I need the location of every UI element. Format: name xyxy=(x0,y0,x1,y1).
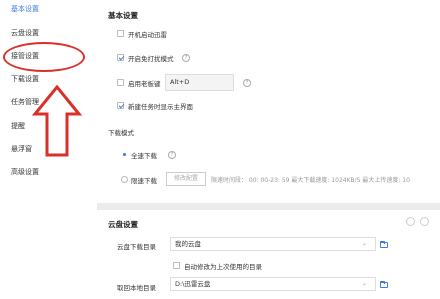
sidebar-item-cloud[interactable]: 云盘设置 xyxy=(11,27,39,39)
sidebar-item-takeover[interactable]: 接管设置 xyxy=(11,50,39,62)
sidebar-item-reminder[interactable]: 提醒 xyxy=(11,120,25,132)
sidebar-item-advanced[interactable]: 高级设置 xyxy=(11,166,39,178)
more-icon-2 xyxy=(420,217,429,226)
local-dir-select[interactable]: D:\迅雷云盘 xyxy=(170,277,376,291)
full-speed-label: 全速下载 xyxy=(131,152,157,160)
sidebar-item-basic[interactable]: 基本设置 xyxy=(11,3,39,15)
full-speed-help-icon[interactable]: ? xyxy=(168,151,176,159)
section-title-cloud: 云盘设置 xyxy=(108,220,138,229)
more-icon-1 xyxy=(406,217,415,226)
cloud-settings-panel: 云盘设置 云盘下载目录 我的云盘 ⌄ 自动修改为上次使用的目录 取回本地目录 D… xyxy=(97,210,440,299)
chevron-down-icon: ⌄ xyxy=(362,240,368,247)
chevron-down-icon: ⌄ xyxy=(362,280,368,287)
settings-sidebar: 基本设置 云盘设置 接管设置 下载设置 任务管理 提醒 悬浮窗 高级设置 xyxy=(0,0,97,299)
folder-icon[interactable] xyxy=(380,240,388,248)
basic-settings-panel: 基本设置 开机启动迅雷 开启免打扰模式 ? 启用老板键 Alt+D ? 新建任务… xyxy=(97,0,440,203)
sidebar-item-tasks[interactable]: 任务管理 xyxy=(11,96,39,108)
folder-icon[interactable] xyxy=(380,280,388,288)
cloud-download-dir-label: 云盘下载目录 xyxy=(117,243,156,251)
boss-key-input[interactable]: Alt+D xyxy=(165,74,234,91)
free-mode-label: 开启免打扰模式 xyxy=(128,55,174,63)
limit-speed-label: 限速下载 xyxy=(131,177,157,185)
auto-modify-checkbox[interactable] xyxy=(173,262,180,269)
boss-key-label: 启用老板键 xyxy=(128,80,161,88)
show-main-checkbox[interactable] xyxy=(117,102,124,109)
full-speed-radio[interactable] xyxy=(121,151,128,158)
autostart-label: 开机启动迅雷 xyxy=(128,31,167,39)
free-mode-checkbox[interactable] xyxy=(117,54,124,61)
download-mode-title: 下载模式 xyxy=(108,129,134,137)
sidebar-item-float-window[interactable]: 悬浮窗 xyxy=(11,143,32,155)
free-mode-help-icon[interactable]: ? xyxy=(182,54,190,62)
autostart-checkbox[interactable] xyxy=(117,30,124,37)
boss-key-help-icon[interactable]: ? xyxy=(243,79,251,87)
limit-speed-radio[interactable] xyxy=(121,176,128,183)
sidebar-item-download[interactable]: 下载设置 xyxy=(11,73,39,85)
local-dir-label: 取回本地目录 xyxy=(117,284,156,292)
boss-key-checkbox[interactable] xyxy=(117,79,124,86)
show-main-label: 新建任务时显示主界面 xyxy=(128,103,193,111)
auto-modify-label: 自动修改为上次使用的目录 xyxy=(184,263,262,271)
modify-config-button[interactable]: 修改配置 xyxy=(166,172,206,186)
limit-speed-info: 限速时间段： 00: 00-23: 59 最大下载速度: 1024KB/S 最大… xyxy=(211,177,410,184)
section-title-basic: 基本设置 xyxy=(108,11,138,20)
cloud-download-dir-select[interactable]: 我的云盘 xyxy=(170,237,376,251)
